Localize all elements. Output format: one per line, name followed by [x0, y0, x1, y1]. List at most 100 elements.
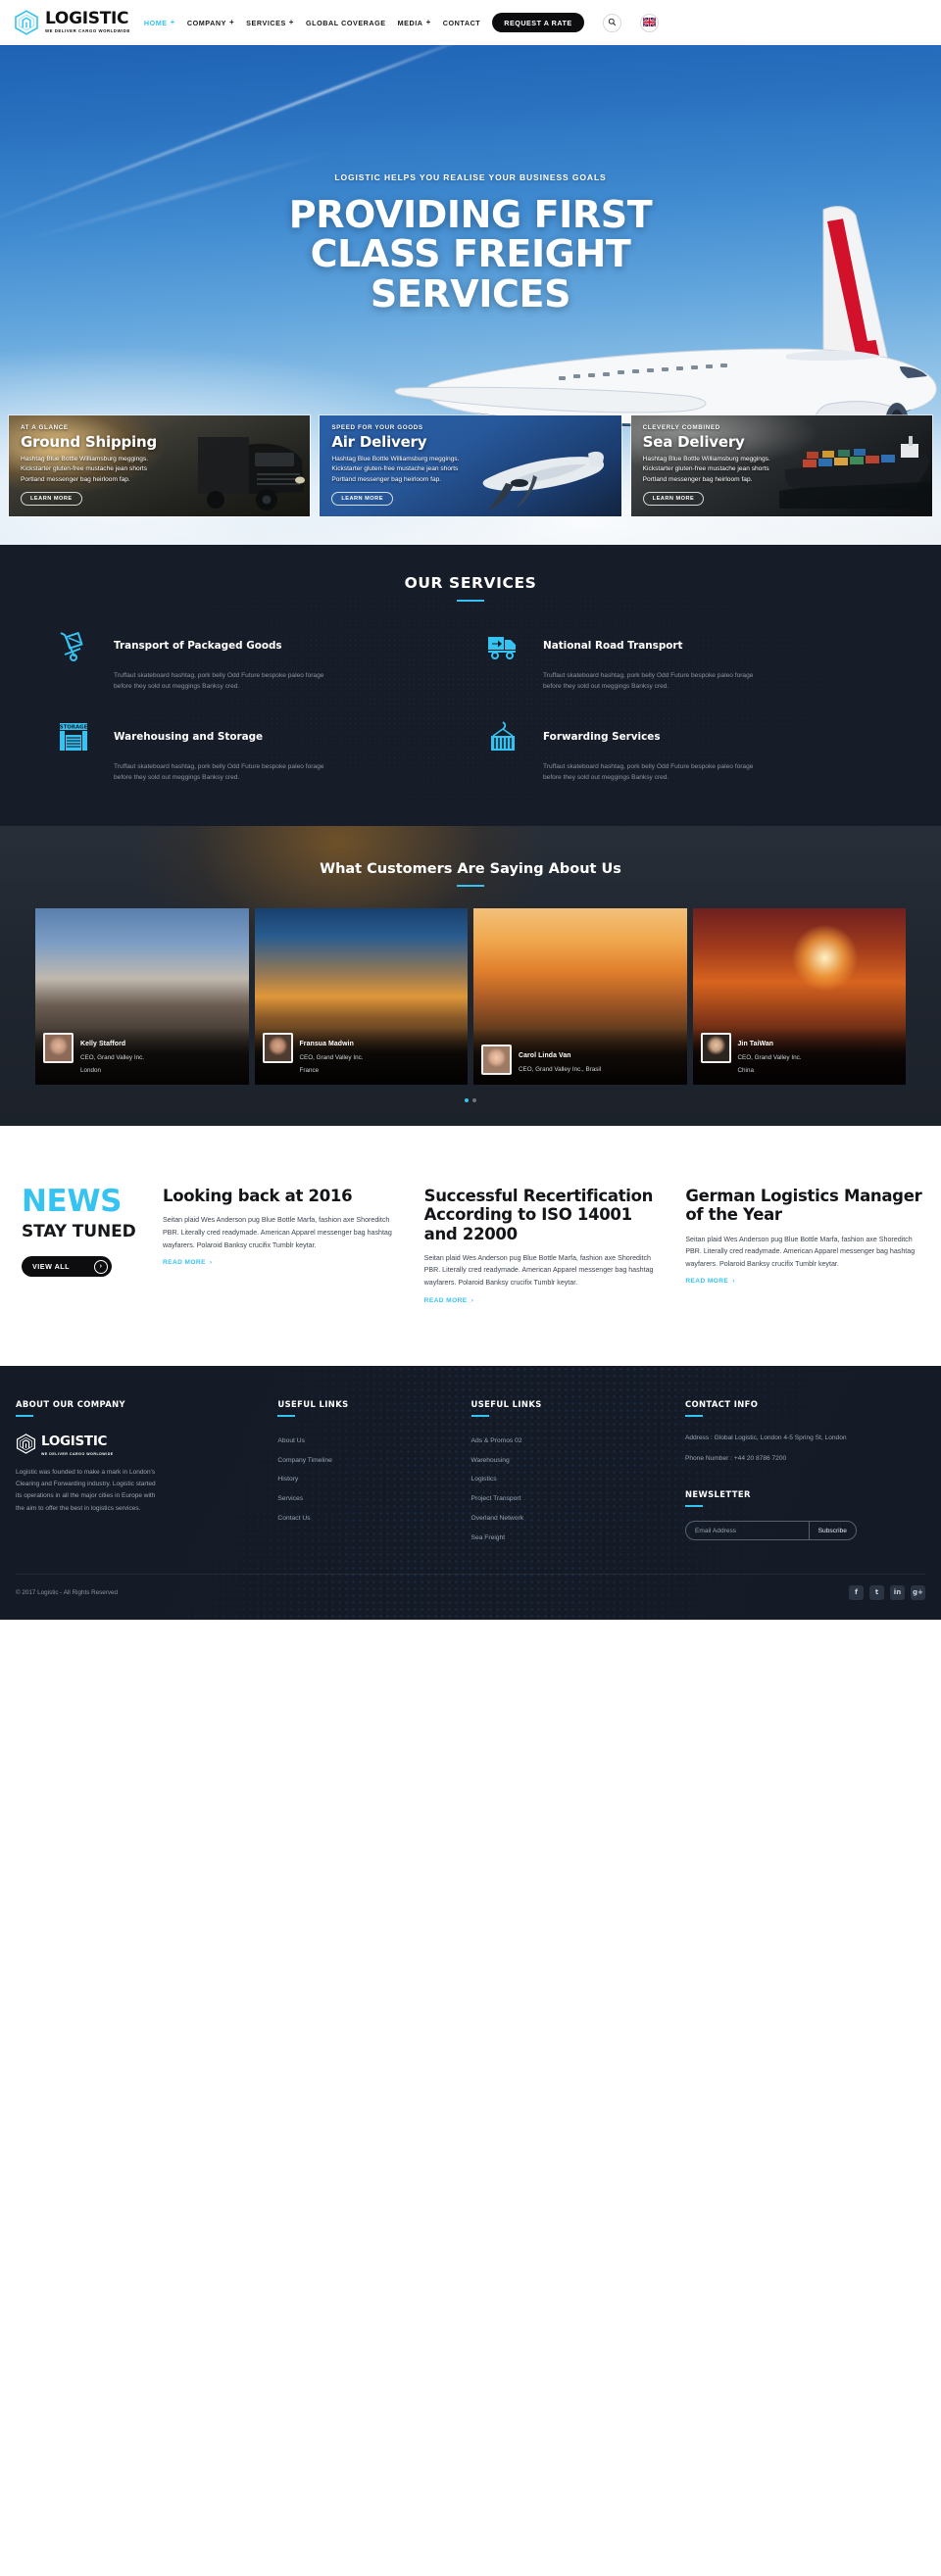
card-title: Air Delivery: [331, 433, 427, 451]
footer-bottom-bar: © 2017 Logistic - All Rights Reserved f …: [16, 1573, 925, 1600]
footer-link-list: About Us Company Timeline History Servic…: [277, 1433, 455, 1530]
read-more-link[interactable]: READ MORE ›: [685, 1278, 735, 1285]
logo-tagline: WE DELIVER CARGO WORLDWIDE: [45, 28, 130, 34]
footer-link-about-us[interactable]: About Us: [277, 1433, 455, 1452]
carousel-dot-1[interactable]: [465, 1098, 469, 1103]
carousel-dot-2[interactable]: [472, 1098, 476, 1103]
service-item-warehousing-and-storage[interactable]: STORAGE Warehousing and Storage Truffaut…: [57, 720, 455, 784]
footer-about-text: Logistic was founded to make a mark in L…: [16, 1468, 156, 1512]
title-underline: [684, 1414, 703, 1417]
title-underline: [16, 1414, 33, 1417]
footer-link-list: Ads & Promos 02 Warehousing Logistics Pr…: [471, 1433, 669, 1548]
service-item-forwarding-services[interactable]: Forwarding Services Truffaut skateboard …: [486, 720, 884, 784]
footer-column-contact: CONTACT INFO Address : Global Logistic, …: [684, 1399, 925, 1548]
service-title: Forwarding Services: [543, 730, 661, 743]
nav-item-global-coverage[interactable]: GLOBAL COVERAGE: [306, 19, 386, 27]
card-body: Hashtag Blue Bottle Williamsburg megging…: [331, 456, 460, 483]
service-body: Truffaut skateboard hashtag, pork belly …: [543, 762, 754, 781]
read-more-link[interactable]: READ MORE ›: [163, 1259, 213, 1266]
search-button[interactable]: [602, 13, 621, 32]
card-title: Ground Shipping: [21, 433, 157, 451]
footer-column-title: USEFUL LINKS: [277, 1398, 349, 1409]
footer-columns: ABOUT OUR COMPANY LOGISTIC WE DELIVER CA…: [16, 1399, 925, 1548]
services-header: OUR SERVICES: [0, 574, 941, 602]
logistic-hexagon-logo-icon: [14, 10, 39, 35]
hero-card-air-delivery[interactable]: SPEED FOR YOUR GOODS Air Delivery Hashta…: [319, 414, 622, 517]
chevron-plus-icon: +: [170, 18, 175, 26]
title-underline: [470, 1414, 489, 1417]
nav-item-media[interactable]: MEDIA +: [398, 19, 431, 27]
footer-link-history[interactable]: History: [277, 1471, 455, 1490]
news-subheading: STAY TUNED: [22, 1222, 136, 1242]
avatar: [700, 1033, 731, 1064]
subscribe-button[interactable]: Subscribe: [808, 1522, 856, 1540]
hero-card-ground-shipping[interactable]: AT A GLANCE Ground Shipping Hashtag Blue…: [8, 414, 312, 517]
read-more-label: READ MORE: [163, 1259, 206, 1267]
testimonial-card[interactable]: Fransua Madwin CEO, Grand Valley Inc. Fr…: [254, 908, 468, 1086]
news-lead: NEWS STAY TUNED VIEW ALL ›: [16, 1187, 141, 1306]
request-a-rate-button[interactable]: REQUEST A RATE: [492, 13, 584, 32]
news-item[interactable]: Successful Recertification According to …: [424, 1187, 665, 1306]
language-switcher-button[interactable]: [639, 13, 659, 32]
service-item-transport-of-packaged-goods[interactable]: Transport of Packaged Goods Truffaut ska…: [57, 629, 455, 693]
nav-label: MEDIA: [397, 18, 423, 27]
footer-link-services[interactable]: Services: [277, 1490, 455, 1510]
news-item-body: Seitan plaid Wes Anderson pug Blue Bottl…: [163, 1216, 392, 1249]
chevron-right-icon: ›: [732, 1278, 735, 1286]
footer-link-logistics[interactable]: Logistics: [471, 1471, 669, 1490]
card-body: Hashtag Blue Bottle Williamsburg megging…: [642, 456, 770, 483]
learn-more-button[interactable]: LEARN MORE: [642, 492, 705, 507]
news-heading: NEWS: [22, 1184, 123, 1220]
nav-item-contact[interactable]: CONTACT: [443, 19, 480, 27]
footer-link-company-timeline[interactable]: Company Timeline: [277, 1451, 455, 1471]
footer-link-project-transport[interactable]: Project Transport: [471, 1490, 669, 1510]
footer-logo[interactable]: LOGISTIC WE DELIVER CARGO WORLDWIDE: [16, 1433, 262, 1456]
nav-item-services[interactable]: SERVICES +: [246, 19, 294, 27]
site-header: LOGISTIC WE DELIVER CARGO WORLDWIDE HOME…: [0, 0, 941, 45]
chevron-plus-icon: +: [288, 18, 295, 26]
testimonials-header: What Customers Are Saying About Us: [0, 861, 941, 888]
nav-item-home[interactable]: HOME +: [144, 19, 175, 27]
newsletter-email-input[interactable]: [685, 1522, 809, 1540]
testimonial-role: CEO, Grand Valley Inc.: [299, 1054, 364, 1062]
testimonial-location: France: [299, 1066, 320, 1074]
read-more-link[interactable]: READ MORE ›: [424, 1297, 474, 1304]
twitter-icon[interactable]: t: [869, 1584, 884, 1600]
read-more-label: READ MORE: [685, 1278, 729, 1286]
footer-column-about: ABOUT OUR COMPANY LOGISTIC WE DELIVER CA…: [16, 1399, 262, 1548]
card-title: Sea Delivery: [642, 433, 745, 451]
testimonial-card[interactable]: Jin TaiWan CEO, Grand Valley Inc. China: [692, 908, 906, 1086]
testimonial-card[interactable]: Kelly Stafford CEO, Grand Valley Inc. Lo…: [35, 908, 249, 1086]
linkedin-icon[interactable]: in: [890, 1584, 905, 1600]
learn-more-button[interactable]: LEARN MORE: [21, 492, 82, 507]
testimonial-name: Jin TaiWan: [737, 1041, 774, 1048]
testimonial-location: London: [80, 1066, 102, 1074]
learn-more-button[interactable]: LEARN MORE: [331, 492, 393, 507]
google-plus-icon[interactable]: g+: [911, 1584, 925, 1600]
service-item-national-road-transport[interactable]: National Road Transport Truffaut skatebo…: [486, 629, 884, 693]
card-kicker: CLEVERLY COMBINED: [642, 424, 720, 431]
footer-link-contact-us[interactable]: Contact Us: [277, 1509, 455, 1529]
site-logo[interactable]: LOGISTIC WE DELIVER CARGO WORLDWIDE: [14, 10, 130, 35]
footer-link-warehousing[interactable]: Warehousing: [471, 1451, 669, 1471]
service-title: Transport of Packaged Goods: [114, 640, 282, 652]
hand-truck-parcel-icon: [57, 629, 90, 662]
view-all-button[interactable]: VIEW ALL ›: [22, 1256, 112, 1278]
footer-link-sea-freight[interactable]: Sea Freight: [471, 1529, 669, 1548]
footer-link-overland-network[interactable]: Overland Network: [471, 1509, 669, 1529]
nav-item-company[interactable]: COMPANY +: [187, 19, 234, 27]
facebook-icon[interactable]: f: [849, 1584, 864, 1600]
social-links: f t in g+: [849, 1584, 925, 1600]
hero-card-sea-delivery[interactable]: CLEVERLY COMBINED Sea Delivery Hashtag B…: [629, 414, 933, 517]
newsletter-form: Subscribe: [684, 1521, 857, 1541]
news-item[interactable]: German Logistics Manager of the Year Sei…: [685, 1187, 925, 1306]
avatar: [43, 1033, 74, 1064]
section-title: OUR SERVICES: [404, 574, 537, 592]
card-body: Hashtag Blue Bottle Williamsburg megging…: [21, 456, 149, 483]
chevron-plus-icon: +: [425, 18, 431, 26]
testimonial-card[interactable]: Carol Linda Van CEO, Grand Valley Inc., …: [473, 908, 687, 1086]
service-body: Truffaut skateboard hashtag, pork belly …: [114, 762, 324, 781]
news-item[interactable]: Looking back at 2016 Seitan plaid Wes An…: [163, 1187, 403, 1306]
news-item-title: Successful Recertification According to …: [423, 1187, 654, 1243]
footer-link-ads-promos-02[interactable]: Ads & Promos 02: [471, 1433, 669, 1452]
